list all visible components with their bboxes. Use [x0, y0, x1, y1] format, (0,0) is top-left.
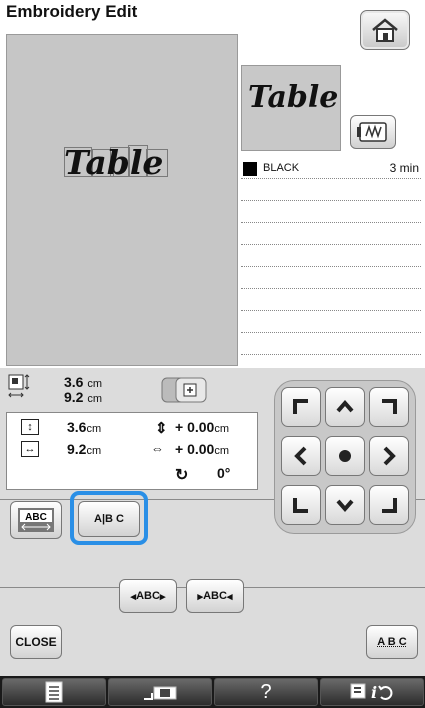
chevron-left-icon: [294, 446, 307, 466]
baseline-text-label: A B C: [377, 636, 407, 648]
wide-spacing-left-arrow: ◂: [226, 590, 233, 603]
horizontal-offset-value: + 0.00cm: [175, 441, 229, 457]
corner-down-left-icon: [293, 498, 308, 513]
move-pad: [274, 380, 416, 534]
center-dot-icon: [339, 450, 351, 462]
home-button[interactable]: [360, 10, 410, 50]
thread-color-swatch: [243, 162, 257, 176]
pattern-height-readout: 9.2 cm: [64, 389, 103, 405]
bottom-toolbar: ? i: [0, 676, 425, 708]
canvas-pattern[interactable]: Table: [62, 143, 170, 183]
width-value: 9.2cm: [67, 441, 102, 457]
settings-icon: i: [350, 683, 393, 702]
pattern-width-readout: 3.6 cm: [64, 374, 103, 390]
move-up-left-button[interactable]: [281, 387, 321, 427]
document-icon: [45, 681, 63, 703]
home-icon: [372, 18, 398, 42]
corner-up-right-icon: [382, 399, 397, 414]
thread-color-list: BLACK 3 min: [241, 157, 421, 365]
thread-row: [241, 267, 421, 289]
move-down-button[interactable]: [325, 485, 365, 525]
thread-sewing-time: 3 min: [389, 161, 419, 175]
help-button[interactable]: ?: [214, 678, 318, 706]
pattern-preview: Table: [241, 65, 341, 151]
narrow-spacing-label: ABC: [136, 590, 160, 602]
letter-spacing-button[interactable]: A|B C: [78, 501, 140, 537]
wide-spacing-label: ABC: [203, 590, 227, 602]
svg-text:i: i: [371, 683, 377, 702]
move-left-button[interactable]: [281, 436, 321, 476]
thread-color-name: BLACK: [263, 162, 300, 174]
vertical-offset-value: + 0.00cm: [175, 419, 229, 435]
height-value: 3.6cm: [67, 419, 102, 435]
narrow-spacing-button[interactable]: ◂ ABC ▸: [119, 579, 177, 613]
thread-row: [241, 333, 421, 355]
vertical-offset-icon: ⇕: [155, 420, 168, 437]
height-icon: ↕: [21, 419, 39, 435]
thread-row: [241, 245, 421, 267]
baseline-text-button[interactable]: A B C: [366, 625, 418, 659]
thread-row: [241, 311, 421, 333]
rotation-value: 0°: [217, 465, 231, 481]
close-button-label: CLOSE: [15, 635, 57, 649]
corner-up-left-icon: [293, 399, 308, 414]
move-center-button[interactable]: [325, 436, 365, 476]
thread-row: [241, 179, 421, 201]
corner-down-right-icon: [382, 498, 397, 513]
width-icon: ↔: [21, 441, 39, 457]
chevron-down-icon: [336, 499, 354, 513]
move-right-button[interactable]: [369, 436, 409, 476]
canvas-pattern-text: Table: [64, 143, 164, 182]
help-icon: ?: [260, 680, 272, 703]
embroidery-canvas[interactable]: [6, 34, 238, 366]
chevron-right-icon: [383, 446, 396, 466]
thread-row: [241, 223, 421, 245]
svg-text:ABC: ABC: [25, 512, 47, 523]
thread-row: [241, 201, 421, 223]
thread-row[interactable]: BLACK 3 min: [241, 157, 421, 179]
chevron-up-icon: [336, 399, 354, 413]
hoop-icon: [357, 122, 387, 142]
narrow-spacing-right-arrow: ▸: [159, 590, 166, 603]
rotate-icon: ↻: [175, 467, 189, 484]
preview-text: Table: [248, 80, 339, 115]
document-button[interactable]: [2, 678, 106, 706]
wide-spacing-button[interactable]: ▸ ABC ◂: [186, 579, 244, 613]
hoop-view-button[interactable]: [350, 115, 396, 149]
thread-row: [241, 289, 421, 311]
move-down-right-button[interactable]: [369, 485, 409, 525]
pattern-info-box: ↕ 3.6cm ↔ 9.2cm ⇕ + 0.00cm ⇔ + 0.00cm ↻ …: [6, 412, 258, 490]
horizontal-offset-icon: ⇔: [151, 441, 164, 456]
move-up-right-button[interactable]: [369, 387, 409, 427]
settings-button[interactable]: i: [320, 678, 424, 706]
move-up-button[interactable]: [325, 387, 365, 427]
embroidery-unit-button[interactable]: [108, 678, 212, 706]
embroidery-unit-icon: [144, 686, 177, 700]
embroidery-frame-icon: [161, 377, 207, 403]
move-down-left-button[interactable]: [281, 485, 321, 525]
close-button[interactable]: CLOSE: [10, 625, 62, 659]
text-arrangement-button[interactable]: ABC: [10, 501, 62, 539]
text-arrangement-icon: ABC: [18, 508, 54, 532]
pattern-size-icon: [8, 374, 30, 398]
letter-spacing-label: A|B C: [94, 513, 124, 525]
page-title: Embroidery Edit: [6, 2, 138, 21]
